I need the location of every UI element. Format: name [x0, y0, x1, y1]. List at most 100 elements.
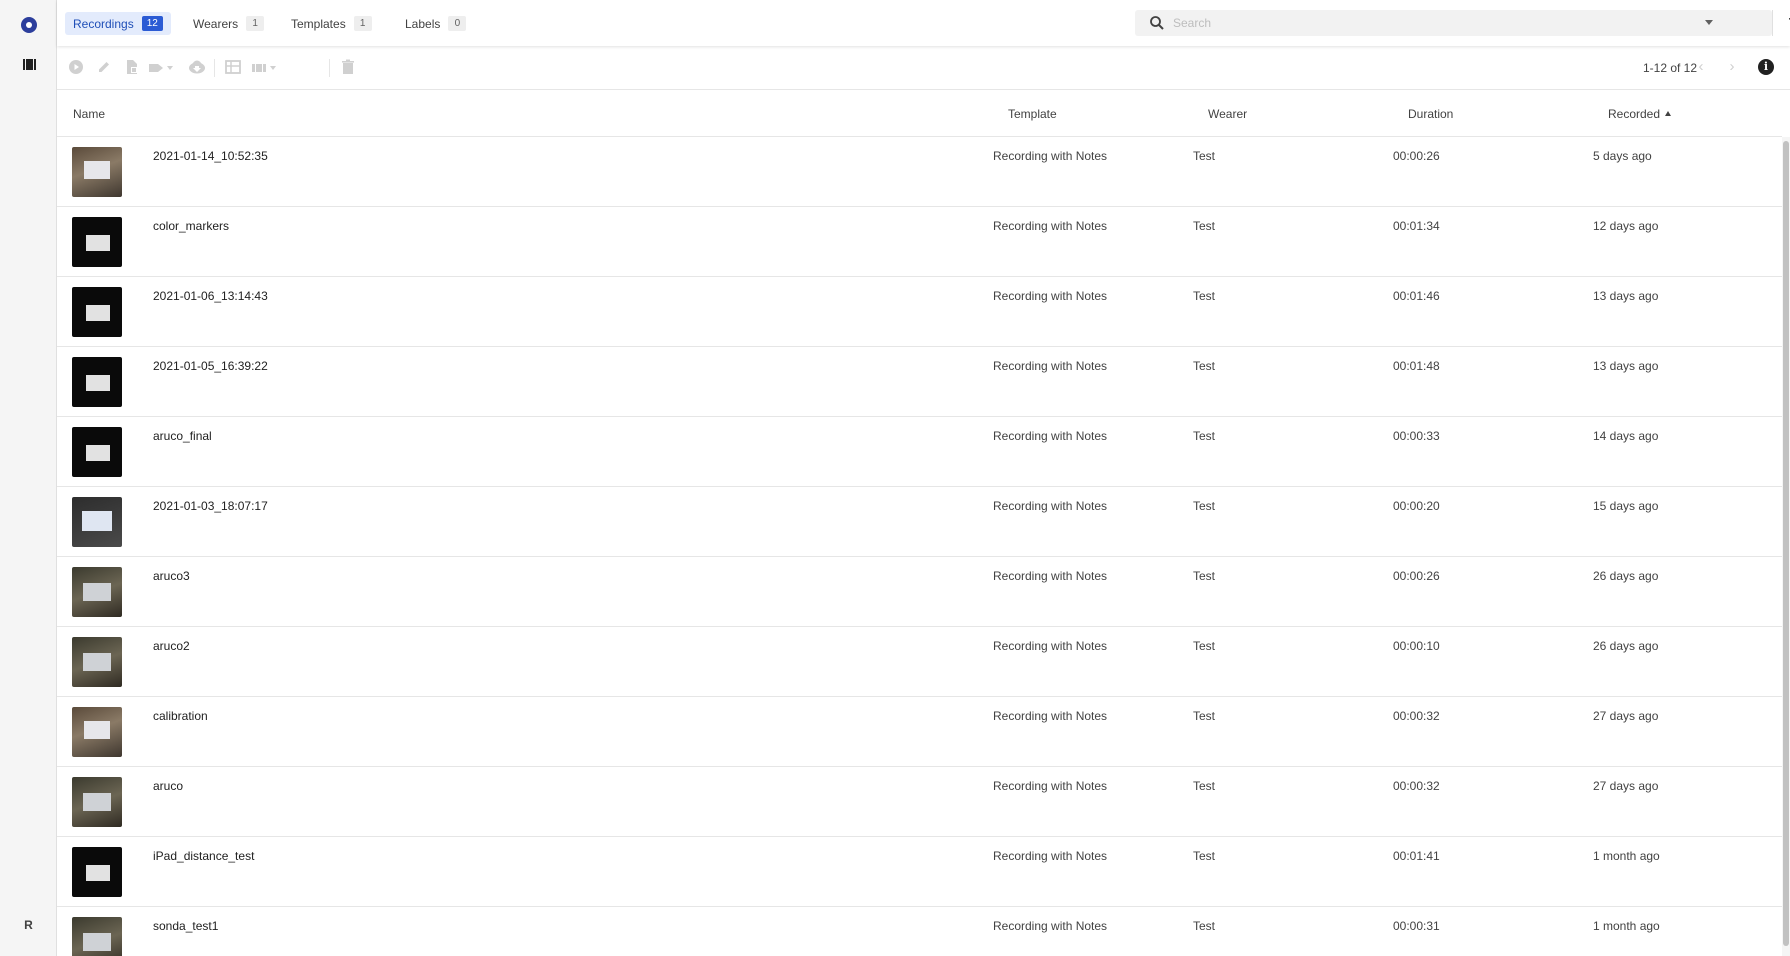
- scrollbar-thumb[interactable]: [1783, 141, 1789, 946]
- column-header-wearer[interactable]: Wearer: [1208, 107, 1247, 121]
- column-header-name[interactable]: Name: [73, 107, 105, 121]
- recording-name: 2021-01-14_10:52:35: [153, 149, 268, 163]
- duration-cell: 00:00:26: [1393, 149, 1440, 163]
- search-dropdown-icon[interactable]: [1705, 20, 1713, 25]
- recording-name: aruco: [153, 779, 184, 793]
- wearer-cell: Test: [1193, 499, 1216, 513]
- table-row[interactable]: aruco_final Recording with Notes Test 00:00…: [57, 417, 1782, 487]
- column-header-duration[interactable]: Duration: [1408, 107, 1453, 121]
- tab-count-badge: 1: [246, 16, 265, 31]
- recorded-cell: 26 days ago: [1593, 569, 1659, 583]
- divider: [214, 59, 215, 77]
- tab-label: Recordings: [73, 16, 134, 31]
- info-icon[interactable]: i: [1758, 59, 1774, 75]
- left-nav-rail: R: [0, 0, 57, 956]
- recording-thumbnail: [72, 147, 122, 197]
- template-cell: Recording with Notes: [993, 359, 1108, 373]
- wearer-cell: Test: [1193, 569, 1216, 583]
- grid-view-icon[interactable]: [225, 59, 241, 77]
- table-header: Name Template Wearer Duration Recorded: [57, 91, 1782, 137]
- recording-name: iPad_distance_test: [153, 849, 255, 863]
- template-cell: Recording with Notes: [993, 429, 1108, 443]
- recording-thumbnail: [72, 847, 122, 897]
- template-cell: Recording with Notes: [993, 219, 1108, 233]
- table-row[interactable]: 2021-01-05_16:39:22 Recording with Notes T…: [57, 347, 1782, 417]
- tab-count-badge: 1: [353, 16, 372, 31]
- table-row[interactable]: aruco2 Recording with Notes Test 00:00:10 26…: [57, 627, 1782, 697]
- recording-name: aruco_final: [153, 429, 212, 443]
- table-row[interactable]: aruco Recording with Notes Test 00:00:32 27 …: [57, 767, 1782, 837]
- recording-thumbnail: [72, 637, 122, 687]
- prev-page-icon[interactable]: ‹: [1692, 58, 1710, 76]
- tab-recordings[interactable]: Recordings 12: [65, 12, 171, 35]
- wearer-cell: Test: [1193, 219, 1216, 233]
- recording-name: 2021-01-06_13:14:43: [153, 289, 268, 303]
- duration-cell: 00:00:20: [1393, 499, 1440, 513]
- recording-name: sonda_test1: [153, 919, 219, 933]
- top-bar: Recordings 12 Wearers 1 Templates 1 Labe…: [57, 0, 1790, 46]
- wearer-cell: Test: [1193, 709, 1216, 723]
- logo-icon[interactable]: [21, 17, 37, 33]
- search-input[interactable]: [1173, 13, 1693, 33]
- table-row[interactable]: aruco3 Recording with Notes Test 00:00:26 26…: [57, 557, 1782, 627]
- tab-labels[interactable]: Labels 0: [397, 12, 474, 35]
- tab-wearers[interactable]: Wearers 1: [185, 12, 272, 35]
- play-icon[interactable]: [68, 59, 84, 77]
- user-avatar[interactable]: R: [0, 918, 57, 932]
- search-bar: ✕: [1135, 10, 1790, 36]
- duration-cell: 00:01:48: [1393, 359, 1440, 373]
- tab-label: Templates: [291, 16, 346, 31]
- table-row[interactable]: calibration Recording with Notes Test 00:00…: [57, 697, 1782, 767]
- edit-icon[interactable]: [96, 59, 112, 77]
- duration-cell: 00:00:31: [1393, 919, 1440, 933]
- table-row[interactable]: sonda_test1 Recording with Notes Test 00:00…: [57, 907, 1782, 956]
- duration-cell: 00:01:41: [1393, 849, 1440, 863]
- wearer-cell: Test: [1193, 149, 1216, 163]
- table-row[interactable]: iPad_distance_test Recording with Notes Te…: [57, 837, 1782, 907]
- wearer-cell: Test: [1193, 639, 1216, 653]
- template-cell: Recording with Notes: [993, 849, 1108, 863]
- recorded-cell: 13 days ago: [1593, 289, 1659, 303]
- recording-name: calibration: [153, 709, 208, 723]
- template-cell: Recording with Notes: [993, 149, 1108, 163]
- duration-cell: 00:00:10: [1393, 639, 1440, 653]
- table-row[interactable]: 2021-01-06_13:14:43 Recording with Notes T…: [57, 277, 1782, 347]
- wearer-cell: Test: [1193, 919, 1216, 933]
- template-cell: Recording with Notes: [993, 569, 1108, 583]
- delete-icon[interactable]: [341, 59, 355, 77]
- label-dropdown-icon[interactable]: [148, 59, 173, 77]
- wearer-cell: Test: [1193, 289, 1216, 303]
- wearer-cell: Test: [1193, 849, 1216, 863]
- recording-thumbnail: [72, 917, 122, 956]
- vertical-scrollbar[interactable]: [1782, 137, 1790, 956]
- recording-thumbnail: [72, 777, 122, 827]
- column-header-template[interactable]: Template: [1008, 107, 1057, 121]
- recording-thumbnail: [72, 287, 122, 337]
- duration-cell: 00:01:34: [1393, 219, 1440, 233]
- recorded-cell: 27 days ago: [1593, 709, 1659, 723]
- tab-count-badge: 12: [141, 16, 163, 31]
- template-cell: Recording with Notes: [993, 779, 1108, 793]
- export-file-icon[interactable]: [124, 59, 140, 77]
- column-header-recorded[interactable]: Recorded: [1608, 107, 1672, 121]
- duration-cell: 00:00:32: [1393, 779, 1440, 793]
- recording-thumbnail: [72, 707, 122, 757]
- columns-dropdown-icon[interactable]: [251, 59, 276, 77]
- sort-ascending-icon: [1665, 111, 1672, 116]
- tab-templates[interactable]: Templates 1: [283, 12, 380, 35]
- duration-cell: 00:01:46: [1393, 289, 1440, 303]
- cloud-download-icon[interactable]: [188, 59, 206, 77]
- library-icon[interactable]: [23, 59, 36, 70]
- duration-cell: 00:00:33: [1393, 429, 1440, 443]
- recorded-cell: 15 days ago: [1593, 499, 1659, 513]
- table-row[interactable]: 2021-01-14_10:52:35 Recording with Notes T…: [57, 137, 1782, 207]
- next-page-icon[interactable]: ›: [1723, 58, 1741, 76]
- column-header-label: Recorded: [1608, 107, 1661, 121]
- table-row[interactable]: color_markers Recording with Notes Test 00:…: [57, 207, 1782, 277]
- table-row[interactable]: 2021-01-03_18:07:17 Recording with Notes T…: [57, 487, 1782, 557]
- app-window: R Recordings 12 Wearers 1 Templates 1 La…: [0, 0, 1790, 956]
- recorded-cell: 1 month ago: [1593, 919, 1660, 933]
- recording-name: color_markers: [153, 219, 230, 233]
- divider: [1772, 10, 1773, 36]
- recorded-cell: 14 days ago: [1593, 429, 1659, 443]
